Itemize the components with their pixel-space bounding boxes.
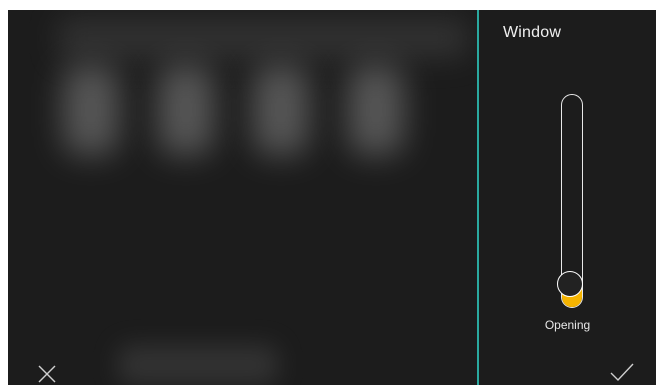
checkmark-icon — [610, 363, 634, 382]
blurred-background — [8, 10, 477, 385]
dialog-frame: Window Opening — [8, 10, 656, 385]
blurred-tile — [158, 65, 214, 155]
slider-knob[interactable] — [557, 270, 583, 297]
opening-slider[interactable] — [557, 94, 583, 310]
window-control-panel: Window Opening — [477, 10, 656, 385]
blurred-tile — [63, 65, 119, 155]
panel-title: Window — [503, 24, 562, 41]
slider-label: Opening — [544, 318, 591, 332]
blurred-tile — [253, 65, 309, 155]
close-icon — [38, 365, 56, 383]
confirm-button[interactable] — [607, 360, 637, 384]
blurred-header — [58, 18, 468, 58]
blurred-footer — [118, 345, 278, 385]
close-button[interactable] — [33, 360, 61, 385]
blurred-tile — [348, 65, 404, 155]
